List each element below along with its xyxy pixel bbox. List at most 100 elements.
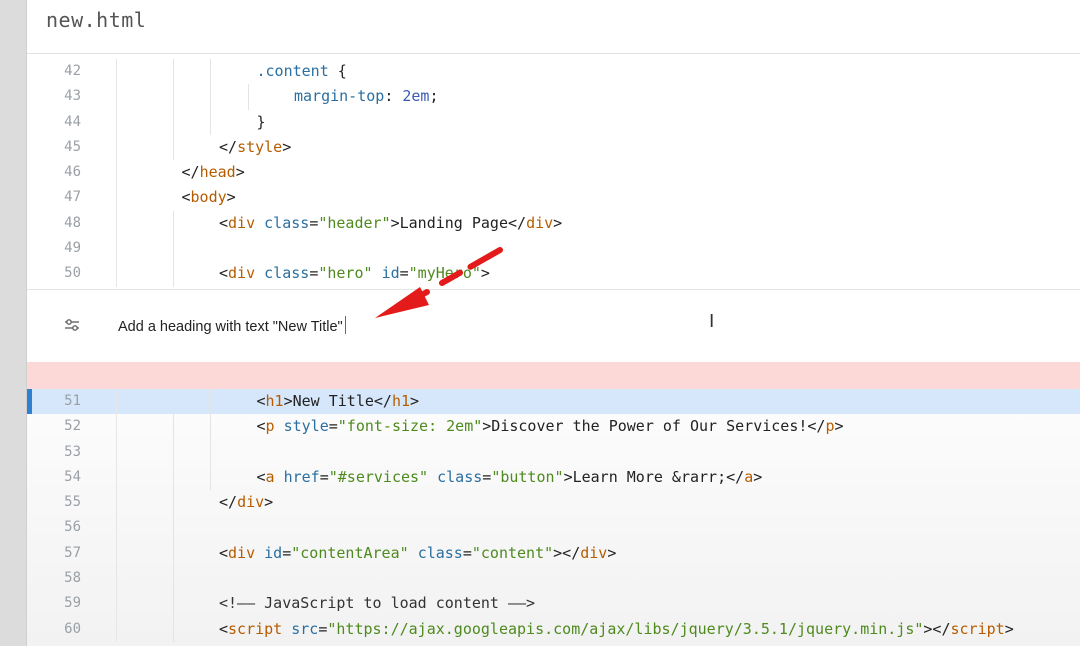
code-token: < bbox=[219, 543, 229, 562]
code-token: div bbox=[580, 543, 608, 562]
code-line[interactable]: 55 </div> bbox=[27, 490, 1080, 516]
gutter-divider bbox=[116, 109, 117, 135]
code-text[interactable]: <script src="https://ajax.googleapis.com… bbox=[219, 617, 1014, 642]
code-text[interactable]: <a href="#services" class="button">Learn… bbox=[257, 465, 763, 490]
code-line[interactable]: 52 <p style="font-size: 2em">Discover the… bbox=[27, 414, 1080, 440]
indent-guide bbox=[172, 210, 174, 237]
code-token: < bbox=[181, 188, 191, 207]
line-number: 44 bbox=[64, 113, 81, 130]
code-token: script bbox=[228, 619, 283, 638]
code-text[interactable]: .content { bbox=[257, 59, 347, 84]
line-number: 48 bbox=[64, 214, 81, 231]
code-token: = bbox=[309, 213, 319, 232]
code-line[interactable]: 47 <body> bbox=[27, 185, 1080, 211]
prompt-input[interactable]: Add a heading with text "New Title" bbox=[118, 316, 347, 335]
code-text[interactable]: </div> bbox=[219, 490, 273, 515]
code-token: "button" bbox=[491, 467, 564, 486]
code-line[interactable]: 56 bbox=[27, 515, 1080, 541]
gutter-divider bbox=[116, 236, 117, 262]
code-token: } bbox=[256, 112, 266, 131]
gutter-divider bbox=[116, 59, 117, 85]
code-token: >Learn More &rarr;</ bbox=[563, 467, 745, 486]
code-line[interactable]: 48 <div class="header">Landing Page</div> bbox=[27, 210, 1080, 237]
code-token: class bbox=[264, 213, 310, 232]
code-token: < bbox=[256, 417, 266, 436]
code-token: h1 bbox=[391, 392, 411, 410]
code-token: >Landing Page</ bbox=[390, 213, 527, 232]
code-editor[interactable]: new.html 42 .content {43 margin-top: 2em; 4… bbox=[27, 0, 1080, 646]
code-line[interactable]: 57 <div id="contentArea" class="content">… bbox=[27, 540, 1080, 567]
code-token: </ bbox=[219, 137, 238, 156]
code-text[interactable]: margin-top: 2em; bbox=[294, 84, 439, 109]
code-text[interactable]: <div id="contentArea" class="content"></… bbox=[219, 541, 616, 566]
code-line[interactable]: 44} bbox=[27, 109, 1080, 135]
code-token: < bbox=[219, 213, 229, 232]
code-lines-top[interactable]: 42 .content {43 margin-top: 2em; 44} 45 </sty… bbox=[27, 59, 1080, 287]
code-token: "font-size: 2em" bbox=[337, 417, 483, 436]
gutter-divider bbox=[116, 210, 117, 237]
code-line[interactable]: 43 margin-top: 2em; bbox=[27, 84, 1080, 110]
indent-guide bbox=[210, 109, 212, 135]
indent-guide bbox=[172, 490, 174, 516]
code-token: >New Title</ bbox=[283, 392, 392, 410]
left-sidebar-strip bbox=[0, 0, 27, 646]
code-line[interactable]: 59 <!—— JavaScript to load content ——> bbox=[27, 591, 1080, 617]
line-number: 58 bbox=[64, 570, 81, 587]
gutter-divider bbox=[116, 566, 117, 592]
ai-prompt-box[interactable]: Add a heading with text "New Title" I bbox=[27, 289, 1080, 364]
line-number: 60 bbox=[64, 620, 81, 637]
gutter-divider bbox=[116, 591, 117, 617]
code-token: > bbox=[480, 264, 490, 283]
code-lines-bottom[interactable]: 51 <h1>New Title</h1> 52 <p style="font-siz… bbox=[27, 389, 1080, 642]
gutter-divider bbox=[116, 414, 117, 440]
code-token: < bbox=[256, 467, 266, 486]
code-token: "myHero" bbox=[408, 264, 481, 283]
code-line[interactable]: 46 </head> bbox=[27, 160, 1080, 186]
code-token: class bbox=[417, 543, 463, 562]
code-token: > bbox=[553, 213, 563, 232]
line-number: 45 bbox=[64, 138, 81, 155]
code-token: = bbox=[328, 417, 338, 436]
code-token: >Discover the Power of Our Services!</ bbox=[482, 417, 826, 436]
code-text[interactable]: <body> bbox=[182, 185, 236, 210]
code-token: div bbox=[228, 543, 256, 562]
line-number: 53 bbox=[64, 443, 81, 460]
gutter-divider bbox=[116, 515, 117, 541]
code-text[interactable]: <p style="font-size: 2em">Discover the P… bbox=[257, 414, 844, 439]
code-token: div bbox=[237, 493, 265, 512]
gutter-divider bbox=[116, 540, 117, 567]
code-line[interactable]: 60 <script src="https://ajax.googleapis.c… bbox=[27, 616, 1080, 642]
code-text[interactable]: } bbox=[257, 110, 266, 135]
code-token: body bbox=[190, 188, 227, 207]
gutter-divider bbox=[116, 261, 117, 287]
code-token: < bbox=[256, 392, 266, 410]
sliders-icon[interactable] bbox=[63, 316, 81, 334]
code-line[interactable]: 58 bbox=[27, 566, 1080, 592]
code-line[interactable]: 49 bbox=[27, 236, 1080, 262]
code-line[interactable]: 42 .content { bbox=[27, 59, 1080, 85]
indent-guide bbox=[210, 439, 212, 465]
indent-guide bbox=[210, 464, 212, 491]
code-token: id bbox=[381, 264, 400, 283]
line-number: 46 bbox=[64, 164, 81, 181]
code-text[interactable]: <div class="header">Landing Page</div> bbox=[219, 211, 562, 236]
code-line[interactable]: 45 </style> bbox=[27, 134, 1080, 161]
code-text[interactable]: </style> bbox=[219, 135, 291, 160]
line-number: 49 bbox=[64, 240, 81, 257]
code-line[interactable]: 53 bbox=[27, 439, 1080, 465]
code-text[interactable]: <div class="hero" id="myHero"> bbox=[219, 261, 490, 286]
line-number: 59 bbox=[64, 595, 81, 612]
code-token: div bbox=[526, 213, 554, 232]
code-token: h1 bbox=[265, 392, 284, 410]
code-token: p bbox=[265, 417, 275, 436]
code-text[interactable]: <!—— JavaScript to load content ——> bbox=[219, 591, 535, 616]
code-line[interactable]: 50 <div class="hero" id="myHero"> bbox=[27, 261, 1080, 287]
code-token: div bbox=[228, 264, 256, 283]
code-line[interactable]: 51 <h1>New Title</h1> bbox=[27, 389, 1080, 415]
code-line[interactable]: 54 <a href="#services" class="button">Lea… bbox=[27, 464, 1080, 491]
code-token: < bbox=[219, 619, 229, 638]
code-text[interactable]: <h1>New Title</h1> bbox=[257, 389, 420, 414]
code-text[interactable]: </head> bbox=[182, 160, 245, 185]
